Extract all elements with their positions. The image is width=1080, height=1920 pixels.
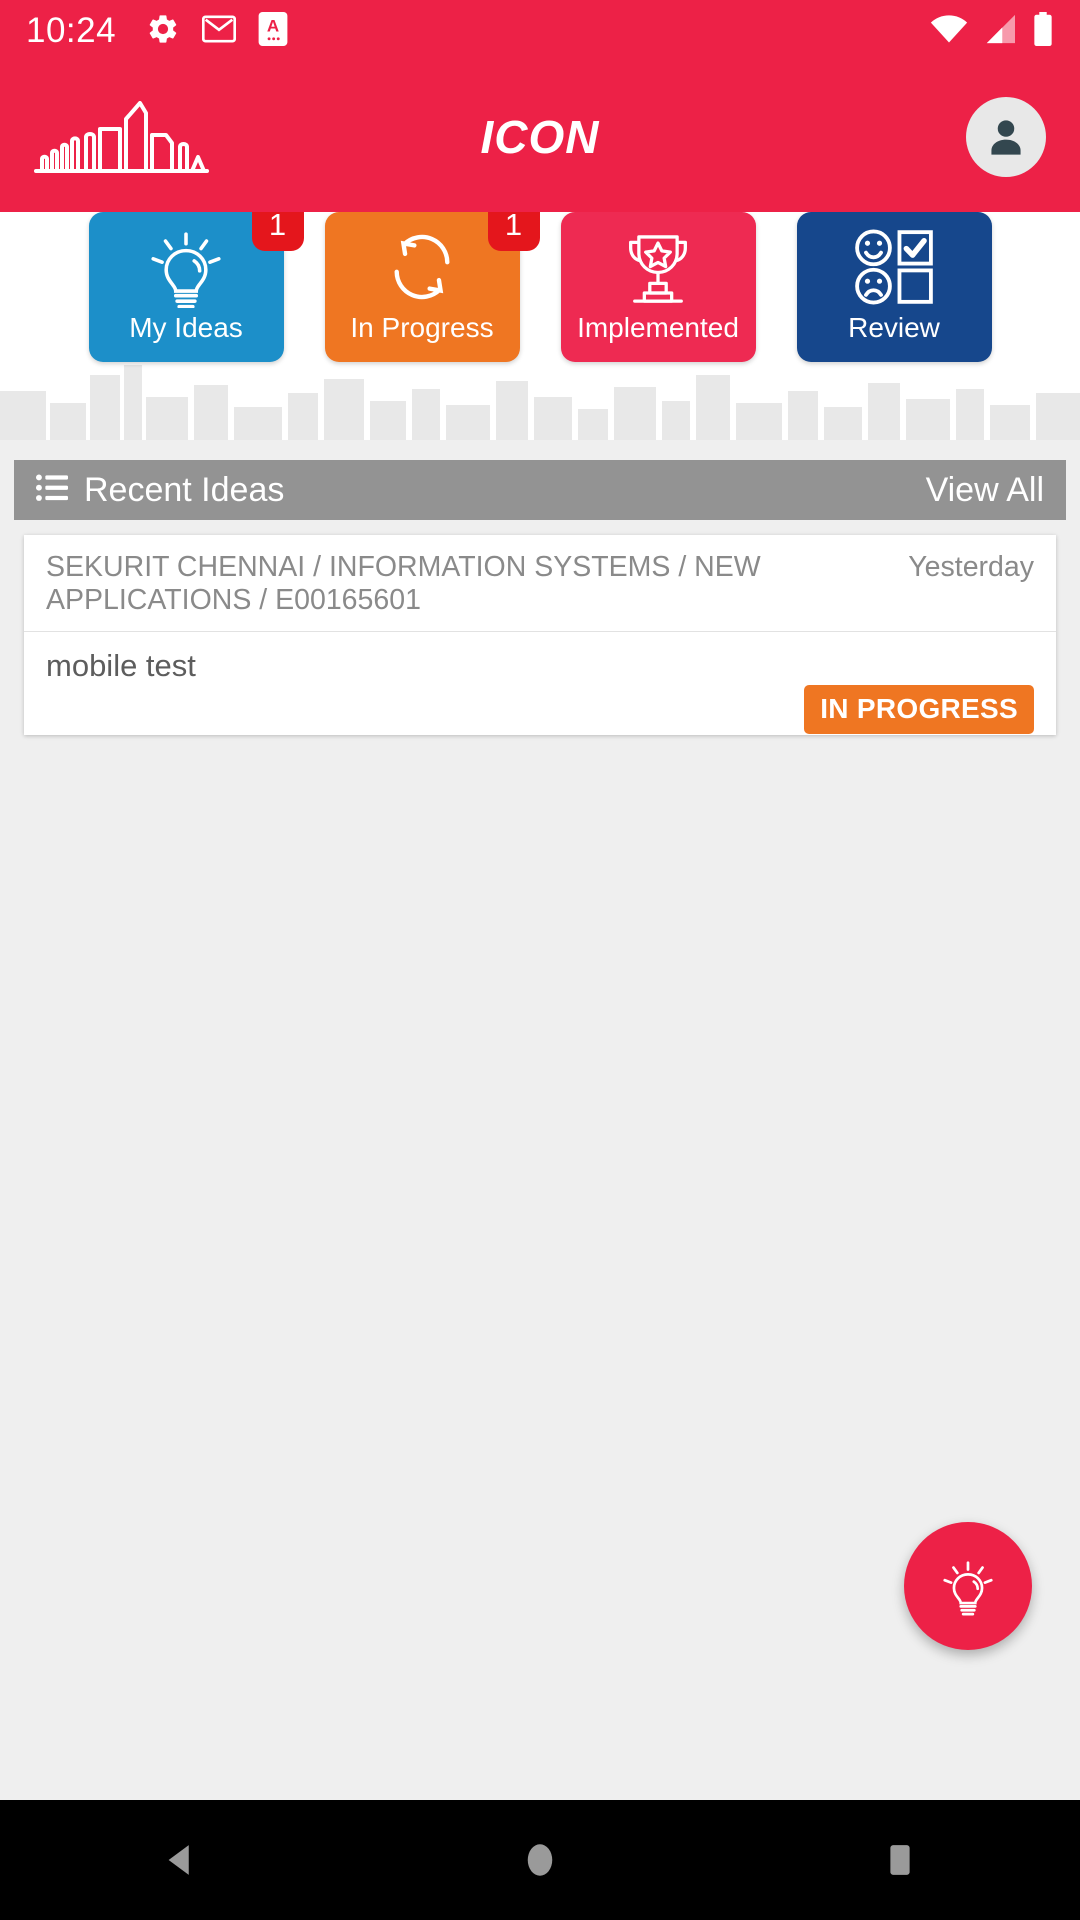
- trophy-star-icon: [612, 226, 704, 308]
- avatar[interactable]: [966, 97, 1046, 177]
- idea-card-header: SEKURIT CHENNAI / INFORMATION SYSTEMS / …: [24, 535, 1056, 633]
- idea-card-body: mobile test IN PROGRESS: [24, 632, 1056, 750]
- refresh-sync-icon: [376, 226, 468, 308]
- cellular-signal-icon: [982, 14, 1018, 49]
- wifi-icon: [930, 14, 968, 49]
- recent-ideas-header: Recent Ideas View All: [14, 460, 1066, 520]
- app-header: ICON: [0, 62, 1080, 212]
- list-bullets-icon: [36, 474, 68, 507]
- app-root: 10:24 A ICON My Ideas 1 In Progress 1 Im…: [0, 0, 1080, 1920]
- home-circle-icon: [527, 1844, 553, 1876]
- lightbulb-icon: [140, 226, 232, 308]
- tile-label: My Ideas: [129, 312, 243, 343]
- tile-my-ideas[interactable]: My Ideas 1: [88, 212, 304, 362]
- tile-label: Review: [848, 312, 940, 343]
- android-nav-bar: [0, 1800, 1080, 1920]
- city-skyline-logo: [34, 101, 209, 173]
- app-letter-a-icon: A: [258, 11, 288, 51]
- tile-implemented[interactable]: Implemented: [560, 212, 756, 362]
- tile-badge: 1: [487, 212, 540, 251]
- quick-tiles-row: My Ideas 1 In Progress 1 Implemented Rev…: [0, 212, 1080, 440]
- lightbulb-icon: [943, 1561, 993, 1616]
- tile-in-progress[interactable]: In Progress 1: [324, 212, 540, 362]
- tile-review[interactable]: Review: [796, 212, 992, 362]
- faces-checkboxes-icon: [848, 226, 940, 308]
- gmail-icon: [202, 14, 237, 48]
- tile-label: Implemented: [577, 312, 739, 343]
- tile-badge: 1: [251, 212, 304, 251]
- view-all-button[interactable]: View All: [926, 471, 1044, 510]
- tile-label: In Progress: [350, 312, 494, 343]
- svg-text:A: A: [267, 16, 279, 35]
- recents-square-icon: [890, 1845, 910, 1875]
- gear-icon: [146, 12, 180, 51]
- quick-tiles-section: My Ideas 1 In Progress 1 Implemented Rev…: [0, 212, 1080, 440]
- add-idea-fab[interactable]: [904, 1522, 1032, 1650]
- idea-subject: mobile test: [46, 648, 196, 684]
- status-bar: 10:24 A: [0, 0, 1080, 62]
- status-bar-clock: 10:24: [26, 11, 117, 50]
- nav-home-button[interactable]: [480, 1800, 600, 1920]
- nav-recents-button[interactable]: [840, 1800, 960, 1920]
- nav-back-button[interactable]: [120, 1800, 240, 1920]
- recent-ideas-label: Recent Ideas: [84, 470, 285, 509]
- battery-icon: [1032, 11, 1054, 51]
- idea-breadcrumb: SEKURIT CHENNAI / INFORMATION SYSTEMS / …: [46, 551, 761, 617]
- idea-date: Yesterday: [908, 551, 1034, 583]
- idea-card[interactable]: SEKURIT CHENNAI / INFORMATION SYSTEMS / …: [24, 535, 1056, 735]
- recent-ideas-title-group: Recent Ideas: [36, 471, 284, 510]
- status-bar-system-icons: [930, 11, 1054, 51]
- back-triangle-icon: [168, 1845, 189, 1875]
- status-badge: IN PROGRESS: [804, 685, 1034, 735]
- user-avatar-icon: [991, 120, 1021, 155]
- status-bar-notification-icons: A: [146, 11, 288, 51]
